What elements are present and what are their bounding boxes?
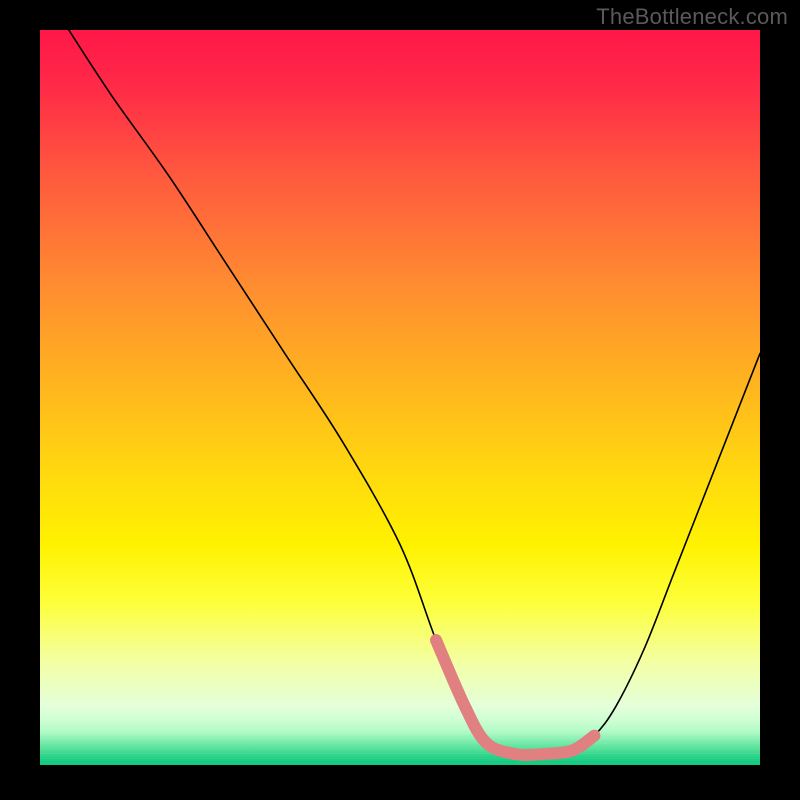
curve-svg [40, 30, 760, 765]
optimal-zone-highlight [436, 640, 594, 755]
bottleneck-curve [69, 30, 760, 755]
chart-frame: TheBottleneck.com [0, 0, 800, 800]
watermark-text: TheBottleneck.com [596, 4, 788, 30]
plot-area [40, 30, 760, 765]
